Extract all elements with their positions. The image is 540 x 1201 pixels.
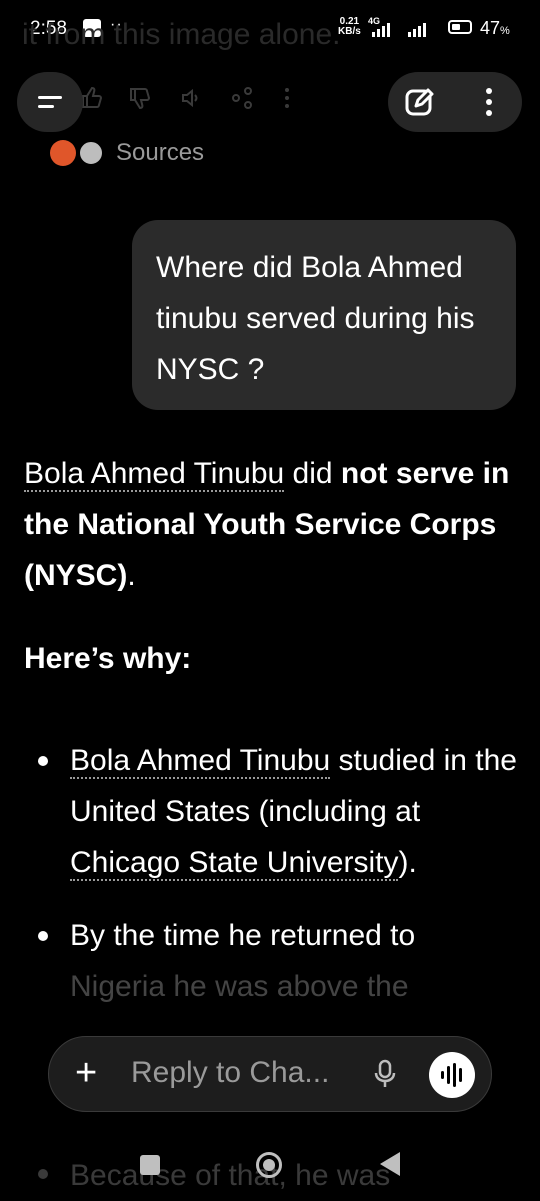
user-message-bubble: Where did Bola Ahmed tinubu served durin…	[132, 220, 516, 410]
answer-intro: Bola Ahmed Tinubu did not serve in the N…	[24, 448, 524, 601]
assistant-response: Bola Ahmed Tinubu did not serve in the N…	[24, 448, 524, 601]
list-item: By the time he returned to Nigeria he wa…	[24, 910, 524, 1012]
scrolled-text-faded: it from this image alone.	[22, 18, 341, 51]
home-button[interactable]	[256, 1152, 282, 1178]
entity-link[interactable]: Bola Ahmed Tinubu	[70, 744, 331, 779]
answer-heading: Here’s why:	[24, 642, 192, 675]
battery-level: 47%	[480, 18, 510, 38]
thumbs-up-icon	[82, 86, 103, 108]
entity-link[interactable]: Bola Ahmed Tinubu	[24, 457, 285, 492]
thumbs-down-icon	[130, 88, 151, 110]
answer-text: did	[284, 457, 341, 490]
plus-icon[interactable]: +	[75, 1053, 97, 1093]
list-item: Bola Ahmed Tinubu studied in the United …	[24, 735, 524, 888]
answer-text: .	[127, 559, 136, 592]
signal-icon	[372, 23, 426, 37]
sources-label: Sources	[116, 139, 205, 166]
header-actions	[388, 72, 522, 132]
microphone-icon[interactable]	[373, 1059, 397, 1089]
more-vertical-icon[interactable]	[474, 84, 504, 120]
recents-button[interactable]	[140, 1155, 160, 1175]
user-message-text: Where did Bola Ahmed tinubu served durin…	[156, 251, 475, 386]
back-button[interactable]	[380, 1152, 400, 1176]
bullet-dot	[38, 756, 48, 766]
voice-mode-icon[interactable]	[429, 1052, 475, 1098]
edit-icon[interactable]	[402, 84, 438, 120]
source-favicon	[78, 140, 104, 166]
menu-icon-line	[38, 105, 54, 108]
reply-bar: + Reply to Cha...	[48, 1036, 492, 1112]
speaker-icon	[182, 88, 198, 108]
speed-unit: KB/s	[338, 26, 361, 37]
bullet-text: By the time he returned to	[70, 919, 416, 952]
menu-icon	[38, 96, 62, 99]
share-icon	[232, 87, 252, 109]
bullet-text: ).	[398, 846, 417, 879]
battery-icon	[448, 20, 472, 34]
reply-input[interactable]: Reply to Cha...	[131, 1056, 329, 1090]
source-favicon	[50, 140, 76, 166]
menu-button[interactable]	[17, 72, 83, 132]
message-actions-faded	[80, 86, 300, 116]
entity-link[interactable]: Chicago State University	[70, 846, 399, 881]
network-speed: 0.21 KB/s	[338, 17, 361, 37]
more-actions-icon	[285, 88, 289, 108]
answer-bullet-list: Bola Ahmed Tinubu studied in the United …	[24, 735, 524, 1034]
system-nav-bar	[0, 1140, 540, 1200]
bullet-text-faded: Nigeria he was above the	[70, 970, 409, 1003]
bullet-dot	[38, 931, 48, 941]
